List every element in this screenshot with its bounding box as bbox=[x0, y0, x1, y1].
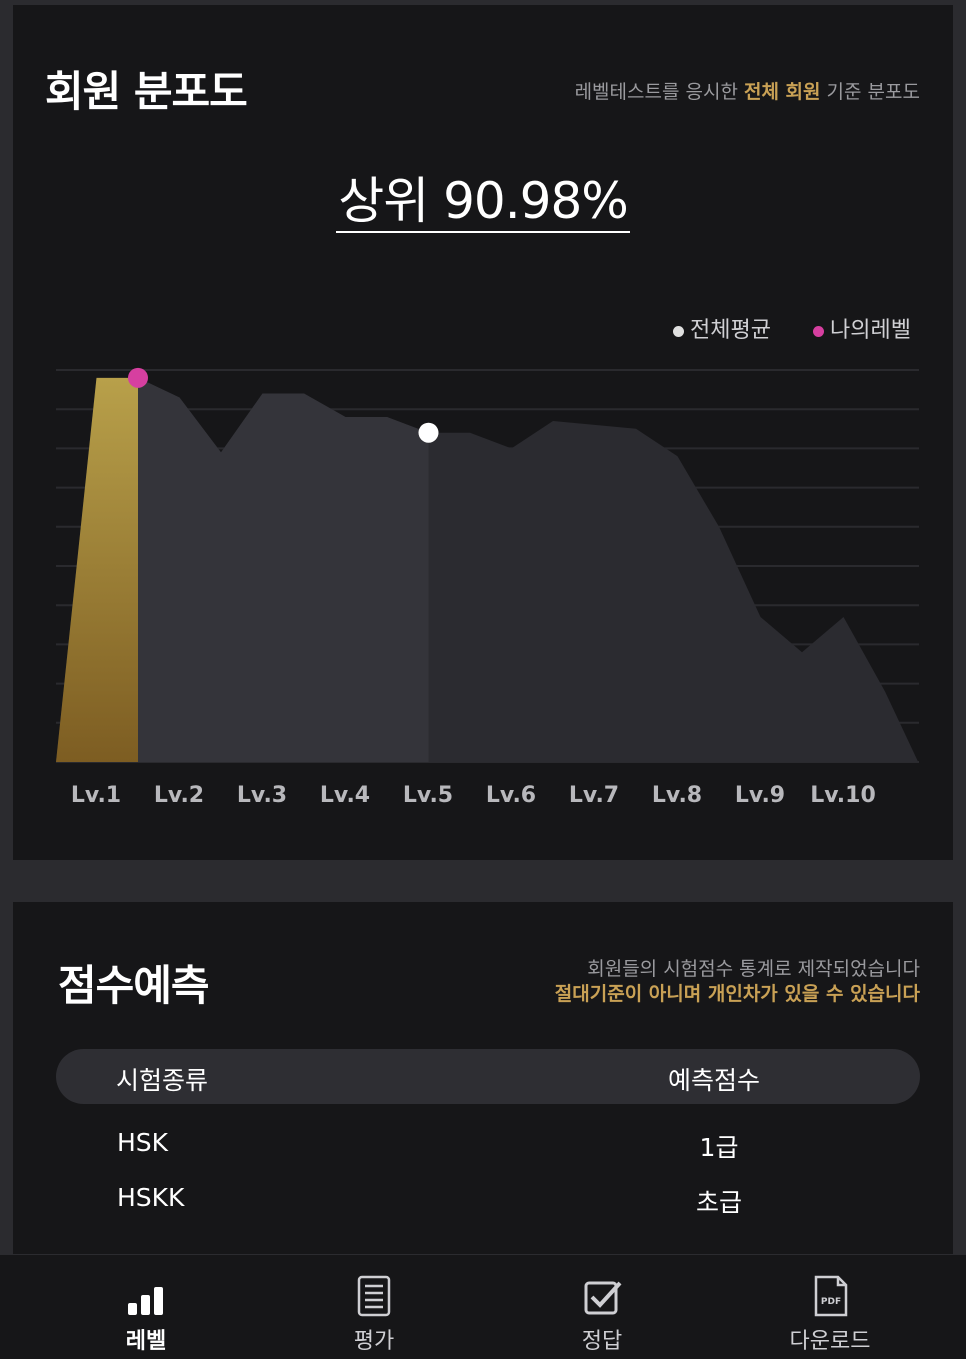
exam-type-cell: HSK bbox=[117, 1128, 169, 1157]
x-tick-label: Lv.1 bbox=[71, 783, 121, 808]
svg-text:PDF: PDF bbox=[821, 1297, 841, 1307]
prediction-description-line2: 절대기준이 아니며 개인차가 있을 수 있습니다 bbox=[554, 983, 920, 1005]
x-tick-label: Lv.9 bbox=[735, 783, 785, 808]
predicted-score-cell: 초급 bbox=[695, 1188, 742, 1217]
table-row: HSK 1급 bbox=[56, 1120, 920, 1170]
pdf-file-icon: PDF bbox=[814, 1275, 848, 1317]
nav-label-download: 다운로드 bbox=[789, 1329, 871, 1354]
document-icon bbox=[357, 1275, 391, 1317]
distribution-chart: Lv.1 Lv.2 Lv.3 Lv.4 Lv.5 Lv.6 Lv.7 Lv.8 Lv.9 Lv.1… bbox=[56, 367, 919, 808]
average-marker bbox=[418, 422, 439, 443]
predicted-score-cell: 1급 bbox=[699, 1133, 739, 1162]
nav-label-answers: 정답 bbox=[581, 1329, 623, 1354]
x-tick-label: Lv.6 bbox=[486, 783, 536, 808]
x-tick-label: Lv.10 bbox=[810, 783, 876, 808]
my-level-marker bbox=[128, 367, 148, 388]
x-tick-label: Lv.3 bbox=[237, 783, 287, 808]
prediction-description-line1: 회원들의 시험점수 통계로 제작되었습니다 bbox=[587, 958, 920, 980]
header-predicted-score: 예측점수 bbox=[668, 1066, 761, 1095]
nav-item-download[interactable]: PDF 다운로드 bbox=[750, 1255, 910, 1359]
x-tick-label: Lv.2 bbox=[154, 783, 204, 808]
exam-type-cell: HSKK bbox=[117, 1183, 185, 1212]
nav-label-evaluation: 평가 bbox=[353, 1329, 395, 1354]
nav-label-level: 레벨 bbox=[125, 1329, 167, 1354]
x-tick-label: Lv.8 bbox=[652, 783, 702, 808]
prediction-description: 회원들의 시험점수 통계로 제작되었습니다 절대기준이 아니며 개인차가 있을 … bbox=[555, 957, 920, 1007]
x-tick-label: Lv.4 bbox=[320, 783, 370, 808]
bottom-navigation: 레벨 평가 정답 PDF 다운로드 bbox=[0, 1255, 966, 1359]
nav-item-evaluation[interactable]: 평가 bbox=[294, 1255, 454, 1359]
x-tick-label: Lv.7 bbox=[569, 783, 619, 808]
nav-item-level[interactable]: 레벨 bbox=[66, 1255, 226, 1359]
highlight-area bbox=[138, 377, 429, 762]
x-tick-label: Lv.5 bbox=[403, 783, 453, 808]
prediction-title: 점수예측 bbox=[58, 961, 210, 1010]
checkbox-icon bbox=[584, 1281, 622, 1315]
header-exam-type: 시험종류 bbox=[116, 1066, 209, 1095]
my-level-area bbox=[56, 377, 138, 762]
nav-item-answers[interactable]: 정답 bbox=[522, 1255, 682, 1359]
prediction-table-header: 시험종류 예측점수 bbox=[56, 1049, 920, 1104]
bar-chart-icon bbox=[128, 1287, 163, 1315]
table-row: HSKK 초급 bbox=[56, 1175, 920, 1225]
